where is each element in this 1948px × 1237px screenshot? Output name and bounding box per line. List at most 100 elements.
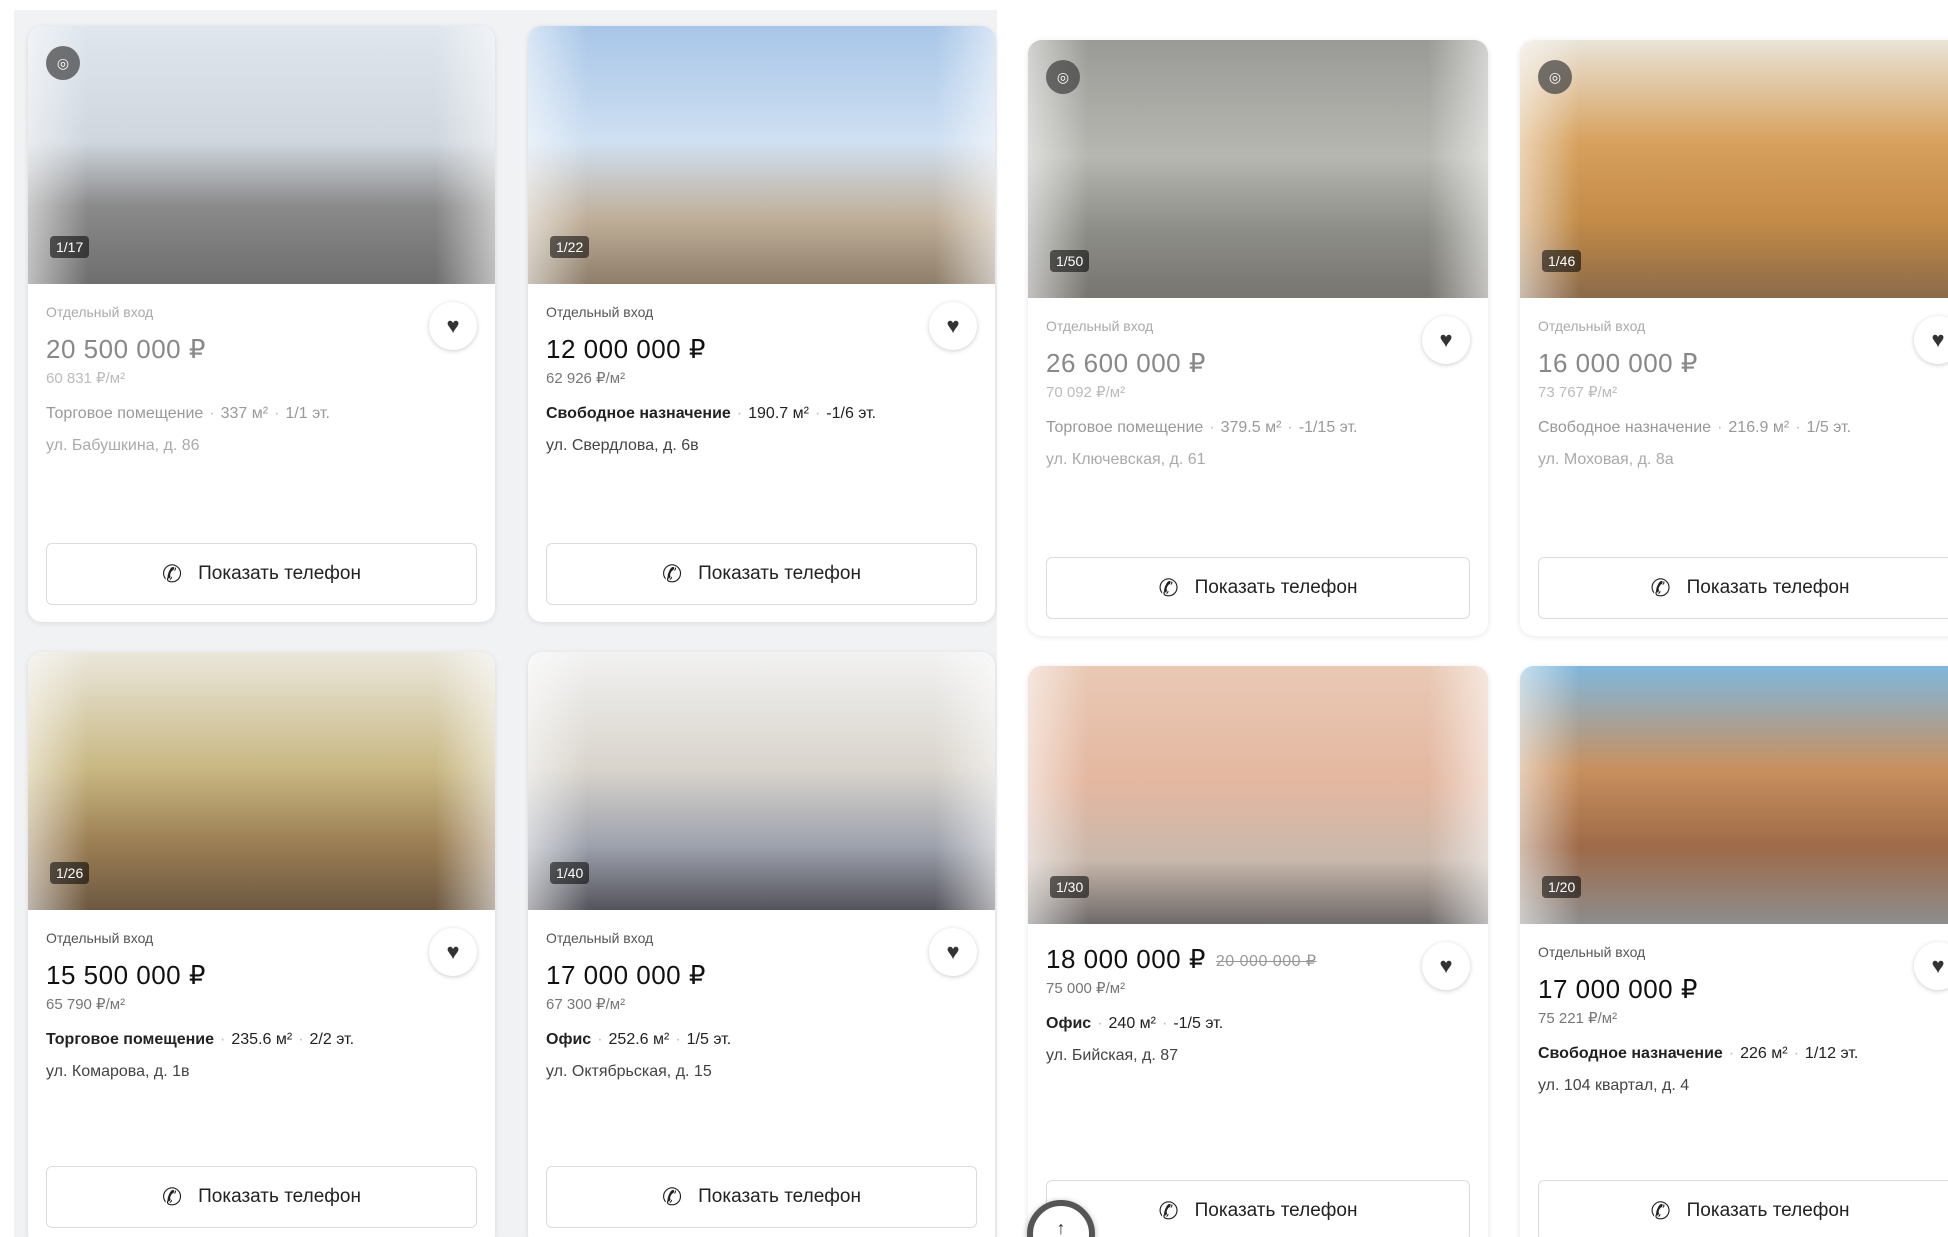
heart-icon[interactable]: ♥: [1422, 316, 1470, 364]
listing-address: ул. Октябрьская, д. 15: [546, 1063, 712, 1080]
show-phone-button[interactable]: ✆ Показать телефон: [1046, 557, 1470, 619]
show-phone-button[interactable]: ✆ Показать телефон: [546, 543, 977, 605]
panorama-icon[interactable]: ◎: [1538, 60, 1572, 94]
property-floor: -1/6 эт.: [826, 405, 877, 422]
listing-price: 17 000 000 ₽: [546, 960, 706, 990]
price-per-meter: 60 831 ₽/м²: [46, 370, 126, 387]
show-phone-button[interactable]: ✆ Показать телефон: [546, 1166, 977, 1228]
show-phone-label: Показать телефон: [198, 1186, 361, 1207]
heart-icon[interactable]: ♥: [929, 302, 977, 350]
price-per-meter: 70 092 ₽/м²: [1046, 384, 1126, 401]
property-area: 379.5 м²: [1220, 419, 1282, 436]
phone-icon: ✆: [662, 560, 683, 588]
property-floor: 1/12 эт.: [1804, 1045, 1859, 1062]
show-phone-label: Показать телефон: [1194, 1200, 1358, 1221]
show-phone-button[interactable]: ✆ Показать телефон: [46, 1166, 477, 1228]
heart-icon[interactable]: ♥: [429, 928, 477, 976]
property-floor: -1/15 эт.: [1298, 419, 1358, 436]
photo-counter: 1/40: [550, 862, 590, 884]
photo-counter: 1/17: [50, 236, 90, 258]
show-phone-label: Показать телефон: [698, 1186, 861, 1207]
listing-address: ул. Свердлова, д. 6в: [546, 437, 699, 454]
listing-address: ул. 104 квартал, д. 4: [1538, 1077, 1690, 1094]
entrance-tag: Отдельный вход: [546, 304, 654, 320]
price-per-meter: 67 300 ₽/м²: [546, 996, 626, 1013]
property-floor: 1/5 эт.: [686, 1031, 732, 1048]
entrance-tag: Отдельный вход: [1046, 318, 1154, 334]
listing-card[interactable]: ◎ 1/46 Отдельный вход ♥ 16 000 000 ₽ 73 …: [1520, 40, 1948, 636]
photo-counter: 1/50: [1050, 250, 1090, 272]
show-phone-button[interactable]: ✆ Показать телефон: [1046, 1180, 1470, 1237]
price-per-meter: 75 221 ₽/м²: [1538, 1010, 1618, 1027]
phone-icon: ✆: [162, 1183, 183, 1211]
listing-photo[interactable]: ◎ 1/50: [1028, 40, 1488, 298]
panorama-icon[interactable]: ◎: [46, 46, 80, 80]
listing-address: ул. Моховая, д. 8а: [1538, 451, 1674, 468]
listing-address: ул. Ключевская, д. 61: [1046, 451, 1206, 468]
listing-photo[interactable]: ◎ 1/46: [1520, 40, 1948, 298]
show-phone-label: Показать телефон: [1686, 577, 1850, 598]
property-type: Свободное назначение: [546, 405, 731, 422]
listing-card[interactable]: ◎ 1/17 Отдельный вход ♥ 20 500 000 ₽ 60 …: [28, 26, 495, 622]
listing-description: Торговое помещение · 235.6 м² · 2/2 эт.: [46, 1031, 355, 1048]
listing-description: Торговое помещение · 379.5 м² · -1/15 эт.: [1046, 419, 1358, 436]
listing-photo[interactable]: 1/22: [528, 26, 995, 284]
listing-address: ул. Бийская, д. 87: [1046, 1047, 1179, 1064]
current-price: 18 000 000 ₽: [1046, 944, 1206, 974]
listing-photo[interactable]: ◎ 1/17: [28, 26, 495, 284]
photo-counter: 1/26: [50, 862, 90, 884]
heart-icon[interactable]: ♥: [929, 928, 977, 976]
show-phone-button[interactable]: ✆ Показать телефон: [1538, 1180, 1948, 1237]
property-type: Офис: [1046, 1015, 1092, 1032]
price-per-meter: 73 767 ₽/м²: [1538, 384, 1618, 401]
panorama-icon[interactable]: ◎: [1046, 60, 1080, 94]
listing-card[interactable]: 1/30 ♥ 18 000 000 ₽ 20 000 000 ₽ 75 000 ₽…: [1028, 666, 1488, 1237]
listing-card[interactable]: 1/22 Отдельный вход ♥ 12 000 000 ₽ 62 92…: [528, 26, 995, 622]
photo-image: [528, 26, 995, 284]
property-area: 240 м²: [1108, 1015, 1156, 1032]
photo-image: [1520, 40, 1948, 298]
property-floor: 2/2 эт.: [309, 1031, 355, 1048]
listing-card[interactable]: 1/40 Отдельный вход ♥ 17 000 000 ₽ 67 30…: [528, 652, 995, 1237]
listing-description: Свободное назначение · 216.9 м² · 1/5 эт.: [1538, 419, 1852, 436]
heart-icon[interactable]: ♥: [429, 302, 477, 350]
phone-icon: ✆: [162, 560, 183, 588]
property-floor: 1/1 эт.: [285, 405, 330, 422]
listing-price: 15 500 000 ₽: [46, 960, 206, 990]
photo-image: [1028, 40, 1488, 298]
listing-photo[interactable]: 1/30: [1028, 666, 1488, 924]
property-floor: -1/5 эт.: [1173, 1015, 1224, 1032]
price-per-meter: 75 000 ₽/м²: [1046, 980, 1126, 997]
listing-photo[interactable]: 1/20: [1520, 666, 1948, 924]
listing-description: Свободное назначение · 190.7 м² · -1/6 эт.: [546, 405, 877, 422]
property-area: 190.7 м²: [748, 405, 809, 422]
phone-icon: ✆: [1650, 1197, 1671, 1225]
listing-photo[interactable]: 1/26: [28, 652, 495, 910]
entrance-tag: Отдельный вход: [46, 930, 154, 946]
listing-address: ул. Комарова, д. 1в: [46, 1063, 190, 1080]
photo-image: [528, 652, 995, 910]
listing-price: 18 000 000 ₽ 20 000 000 ₽: [1046, 944, 1470, 975]
show-phone-label: Показать телефон: [698, 563, 861, 584]
photo-image: [1520, 666, 1948, 924]
listing-photo[interactable]: 1/40: [528, 652, 995, 910]
property-area: 337 м²: [220, 405, 269, 422]
arrow-up-icon: ↑: [1056, 1218, 1066, 1237]
show-phone-label: Показать телефон: [1686, 1200, 1850, 1221]
photo-counter: 1/46: [1542, 250, 1582, 272]
photo-image: [28, 26, 495, 284]
listing-description: Офис · 240 м² · -1/5 эт.: [1046, 1015, 1224, 1032]
property-area: 216.9 м²: [1728, 419, 1790, 436]
listing-address: ул. Бабушкина, д. 86: [46, 437, 200, 454]
listing-card[interactable]: ◎ 1/50 Отдельный вход ♥ 26 600 000 ₽ 70 …: [1028, 40, 1488, 636]
photo-counter: 1/22: [550, 236, 590, 258]
property-type: Свободное назначение: [1538, 419, 1712, 436]
property-type: Торговое помещение: [46, 405, 204, 422]
heart-icon[interactable]: ♥: [1422, 942, 1470, 990]
listing-card[interactable]: 1/20 Отдельный вход ♥ 17 000 000 ₽ 75 22…: [1520, 666, 1948, 1237]
property-area: 226 м²: [1740, 1045, 1788, 1062]
listing-card[interactable]: 1/26 Отдельный вход ♥ 15 500 000 ₽ 65 79…: [28, 652, 495, 1237]
phone-icon: ✆: [1158, 1197, 1179, 1225]
show-phone-button[interactable]: ✆ Показать телефон: [1538, 557, 1948, 619]
show-phone-button[interactable]: ✆ Показать телефон: [46, 543, 477, 605]
